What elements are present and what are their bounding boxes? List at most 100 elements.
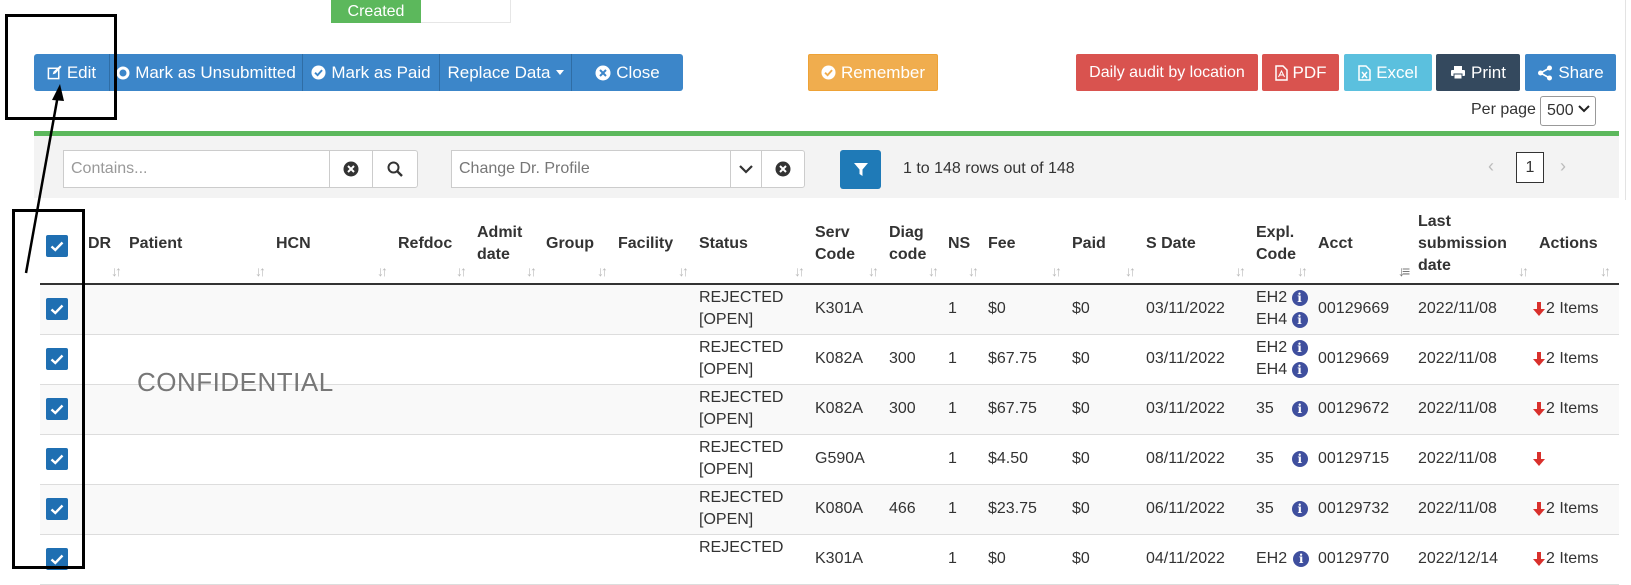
info-icon[interactable]: i	[1291, 361, 1308, 378]
status-tab-created[interactable]: Created	[331, 0, 421, 23]
check-circle-icon	[311, 65, 326, 80]
sort-icon[interactable]: ↓↑	[794, 263, 805, 279]
status-line2: [OPEN]	[699, 511, 754, 528]
clear-profile-button[interactable]	[761, 150, 805, 188]
arrow-down-icon[interactable]	[1533, 501, 1545, 516]
sort-icon[interactable]: ↓↑	[868, 263, 879, 279]
arrow-down-icon[interactable]	[1533, 401, 1545, 416]
diag-code-cell: 466	[889, 500, 916, 517]
sort-icon[interactable]: ↓↑	[111, 263, 122, 279]
search-button[interactable]	[372, 150, 418, 188]
info-icon[interactable]: i	[1291, 450, 1308, 467]
info-icon[interactable]: i	[1291, 289, 1308, 306]
sort-icon[interactable]: ↓↑	[1297, 263, 1308, 279]
sort-icon[interactable]: ↓↑	[1518, 263, 1529, 279]
arrow-down-icon[interactable]	[1533, 301, 1545, 316]
confidential-watermark: CONFIDENTIAL	[137, 367, 334, 397]
sort-icon[interactable]: ↓↑	[1235, 263, 1246, 279]
fee-cell: $67.75	[988, 350, 1037, 367]
actions-cell[interactable]: 2 Items	[1533, 498, 1598, 520]
info-icon[interactable]: i	[1291, 500, 1308, 517]
arrow-down-icon[interactable]	[1533, 451, 1545, 466]
items-count[interactable]: 2 Items	[1546, 500, 1598, 517]
share-icon	[1537, 65, 1553, 81]
paid-cell: $0	[1072, 400, 1090, 417]
status-line1: REJECTED	[699, 389, 784, 406]
col-header-diag-code[interactable]: Diag code	[889, 222, 926, 266]
sort-icon[interactable]: ↓↑	[968, 263, 979, 279]
items-count[interactable]: 2 Items	[1546, 400, 1598, 417]
info-icon[interactable]: i	[1291, 339, 1308, 356]
expl-code-1: 35	[1256, 400, 1274, 417]
sort-icon[interactable]: ↓↑	[597, 263, 608, 279]
ns-cell: 1	[948, 550, 957, 567]
mark-paid-button[interactable]: Mark as Paid	[303, 54, 440, 91]
sort-icon[interactable]: ↓↑	[1051, 263, 1062, 279]
col-header-expl-code[interactable]: Expl. Code	[1256, 222, 1296, 266]
search-input[interactable]: Contains...	[63, 150, 330, 188]
share-button[interactable]: Share	[1525, 54, 1616, 91]
mark-unsubmitted-button[interactable]: Mark as Unsubmitted	[110, 54, 303, 91]
actions-cell[interactable]: 2 Items	[1533, 298, 1598, 320]
col-header-dr[interactable]: DR	[88, 233, 111, 255]
col-header-acct[interactable]: Acct	[1318, 233, 1353, 255]
sort-icon[interactable]: ↓↑	[526, 263, 537, 279]
per-page-select[interactable]: 500	[1540, 96, 1596, 126]
col-header-ns[interactable]: NS	[948, 233, 970, 255]
print-button[interactable]: Print	[1436, 54, 1520, 91]
sort-icon[interactable]: ↓↑	[377, 263, 388, 279]
next-page-icon[interactable]: ›	[1560, 156, 1566, 177]
daily-audit-button[interactable]: Daily audit by location	[1076, 54, 1258, 91]
clear-search-button[interactable]	[329, 150, 373, 188]
remember-button[interactable]: Remember	[808, 54, 938, 91]
replace-data-label: Replace Data	[447, 63, 551, 82]
sort-icon[interactable]: ↓↑	[456, 263, 467, 279]
col-header-refdoc[interactable]: Refdoc	[398, 233, 452, 255]
col-header-last-submission-date[interactable]: Last submission date	[1418, 211, 1507, 277]
info-icon[interactable]: i	[1291, 311, 1308, 328]
filter-button[interactable]	[840, 150, 881, 189]
col-header-hcn[interactable]: HCN	[276, 233, 311, 255]
sort-icon[interactable]: ↓↑	[255, 263, 266, 279]
caret-down-icon	[555, 70, 564, 75]
status-line2: [OPEN]	[699, 461, 754, 478]
items-count[interactable]: 2 Items	[1546, 300, 1598, 317]
col-header-expl-line2: Code	[1256, 246, 1296, 263]
actions-cell[interactable]	[1533, 448, 1546, 470]
current-page[interactable]: 1	[1516, 152, 1544, 183]
actions-cell[interactable]: 2 Items	[1533, 398, 1598, 420]
actions-cell[interactable]: 2 Items	[1533, 348, 1598, 370]
annotation-box-edit	[5, 14, 117, 120]
sort-icon[interactable]: ↓↑	[928, 263, 939, 279]
per-page-label: Per page	[1471, 101, 1536, 118]
col-header-admit-date[interactable]: Admit date	[477, 222, 522, 266]
pdf-button[interactable]: PDF	[1262, 54, 1339, 91]
serv-code-cell: K080A	[815, 500, 864, 517]
col-header-group[interactable]: Group	[546, 233, 594, 255]
col-header-paid[interactable]: Paid	[1072, 233, 1106, 255]
status-line1: REJECTED	[699, 289, 784, 306]
replace-data-dropdown[interactable]: Replace Data	[440, 54, 572, 91]
info-icon[interactable]: i	[1291, 400, 1308, 417]
serv-code-cell: K082A	[815, 400, 864, 417]
arrow-down-icon[interactable]	[1533, 351, 1545, 366]
col-header-fee[interactable]: Fee	[988, 233, 1016, 255]
col-header-status[interactable]: Status	[699, 233, 748, 255]
prev-page-icon[interactable]: ‹	[1488, 156, 1494, 177]
sort-desc-icon[interactable]: ↓≡	[1398, 263, 1410, 279]
col-header-last-line2: submission	[1418, 235, 1507, 252]
excel-button[interactable]: Excel	[1344, 54, 1432, 91]
col-header-facility[interactable]: Facility	[618, 233, 673, 255]
sort-icon[interactable]: ↓↑	[678, 263, 689, 279]
items-count[interactable]: 2 Items	[1546, 350, 1598, 367]
col-header-serv-code[interactable]: Serv Code	[815, 222, 855, 266]
profile-dropdown-toggle[interactable]	[730, 150, 762, 188]
col-header-s-date[interactable]: S Date	[1146, 233, 1196, 255]
col-header-patient[interactable]: Patient	[129, 233, 182, 255]
sort-icon[interactable]: ↓↑	[1600, 263, 1611, 279]
close-button[interactable]: Close	[572, 54, 683, 91]
sort-icon[interactable]: ↓↑	[1125, 263, 1136, 279]
status-line1: REJECTED	[699, 439, 784, 456]
doctor-profile-select[interactable]: Change Dr. Profile	[451, 150, 731, 188]
actions-cell[interactable]: 2 Items	[1533, 548, 1598, 570]
